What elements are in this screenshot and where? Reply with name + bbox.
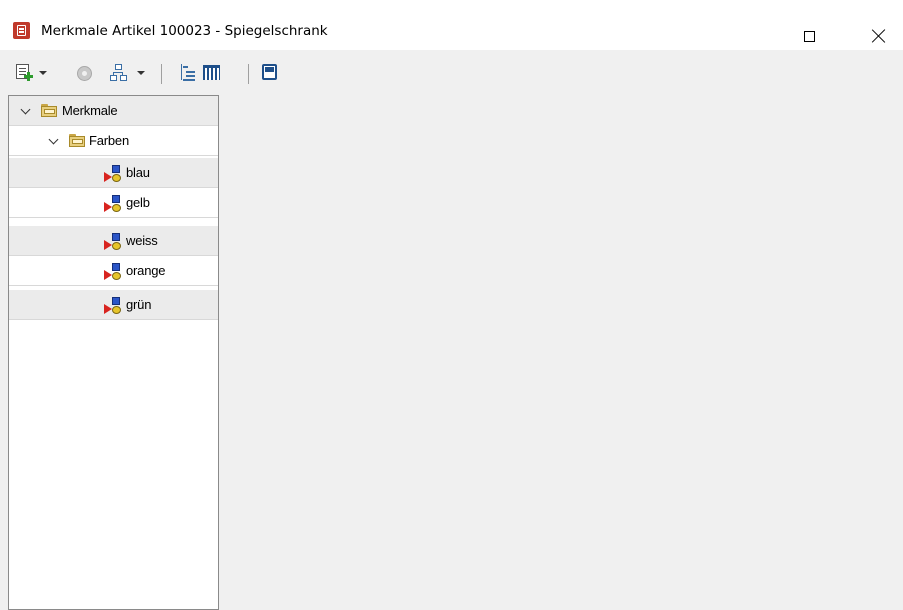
close-icon xyxy=(872,29,886,43)
toolbar xyxy=(0,57,903,89)
feature-tree[interactable]: Merkmale Farben blau gelb weiss orange g… xyxy=(8,95,219,610)
folder-icon xyxy=(69,134,85,147)
tree-item[interactable]: orange xyxy=(9,256,218,286)
window-title: Merkmale Artikel 100023 - Spiegelschrank xyxy=(41,23,328,39)
new-item-icon[interactable] xyxy=(16,64,33,82)
feature-value-icon xyxy=(104,263,122,280)
tree-item[interactable]: blau xyxy=(9,158,218,188)
tree-node-root[interactable]: Merkmale xyxy=(9,96,218,126)
toolbar-separator xyxy=(248,64,249,84)
tree-item[interactable]: grün xyxy=(9,290,218,320)
feature-value-icon xyxy=(104,165,122,182)
tree-view-icon[interactable] xyxy=(180,64,196,82)
title-bar[interactable]: Merkmale Artikel 100023 - Spiegelschrank xyxy=(0,0,903,50)
new-item-dropdown-icon[interactable] xyxy=(39,71,47,75)
feature-value-icon xyxy=(104,195,122,212)
hierarchy-icon[interactable] xyxy=(110,64,128,82)
feature-value-icon xyxy=(104,233,122,250)
tree-item-label: gelb xyxy=(126,195,150,210)
grid-view-icon[interactable] xyxy=(203,64,220,82)
maximize-icon xyxy=(803,30,815,42)
tree-item-label: weiss xyxy=(126,233,158,248)
hierarchy-dropdown-icon[interactable] xyxy=(137,71,145,75)
tree-node-label: Farben xyxy=(89,133,129,148)
tree-node-label: Merkmale xyxy=(62,103,118,118)
chevron-down-icon[interactable] xyxy=(48,134,59,145)
app-icon xyxy=(13,22,30,39)
folder-icon xyxy=(41,104,57,117)
tree-item-label: grün xyxy=(126,297,152,312)
tree-item-label: orange xyxy=(126,263,166,278)
tree-item[interactable]: gelb xyxy=(9,188,218,218)
tree-item[interactable]: weiss xyxy=(9,226,218,256)
chevron-down-icon[interactable] xyxy=(20,104,31,115)
save-icon[interactable] xyxy=(262,64,277,80)
feature-window: Merkmale Artikel 100023 - Spiegelschrank xyxy=(0,0,903,610)
toolbar-separator xyxy=(161,64,162,84)
disc-icon[interactable] xyxy=(77,66,92,81)
tree-node-group[interactable]: Farben xyxy=(9,126,218,156)
feature-value-icon xyxy=(104,297,122,314)
maximize-button[interactable] xyxy=(786,10,832,50)
close-button[interactable] xyxy=(856,10,902,50)
tree-item-label: blau xyxy=(126,165,150,180)
